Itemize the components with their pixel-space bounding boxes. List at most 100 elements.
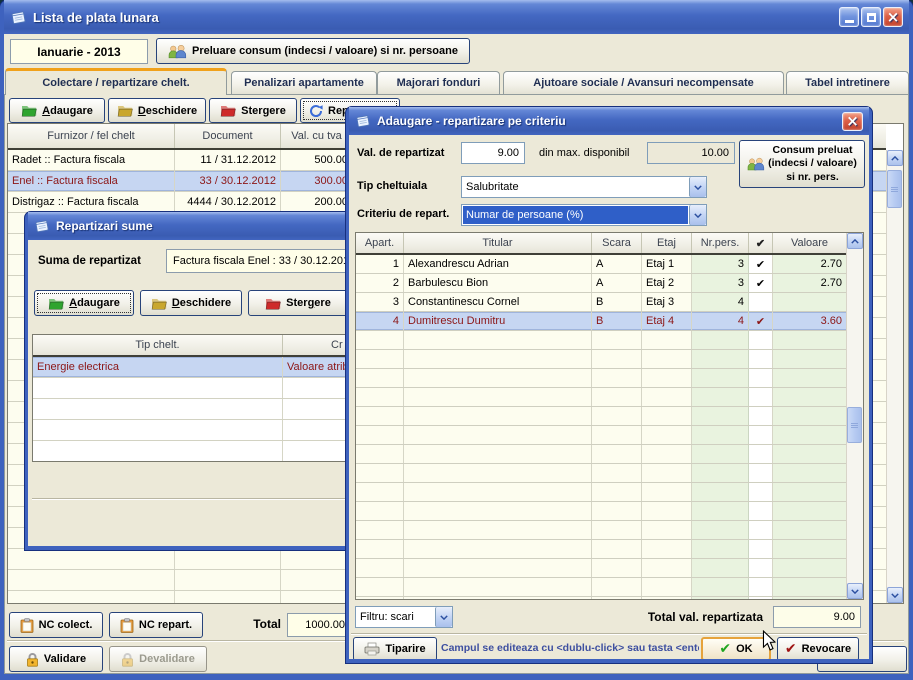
scroll-down-button[interactable] [887, 587, 903, 603]
dropdown-arrow-icon[interactable] [435, 607, 452, 627]
column-header-tip-chelt: Tip chelt. [33, 335, 283, 355]
main-window-titlebar[interactable]: Lista de plata lunara × [4, 0, 909, 34]
rep-deschidere-label: Deschidere [172, 297, 231, 309]
cell-document: 11 / 31.12.2012 [175, 150, 281, 170]
empty-row [356, 426, 846, 445]
empty-row [356, 578, 846, 597]
empty-cell [773, 483, 846, 501]
suma-value: Factura fiscala Enel : 33 / 30.12.2012 [173, 255, 355, 267]
empty-cell [749, 369, 773, 387]
apartament-row-selected[interactable]: 4 Dumitrescu Dumitru B Etaj 4 4 ✔ 3.60 [356, 312, 846, 331]
clipboard-icon [120, 618, 134, 633]
filtru-scari-select[interactable]: Filtru: scari [355, 606, 453, 628]
criteriu-select[interactable]: Numar de persoane (%) [461, 204, 707, 226]
apartament-row[interactable]: 3 Constantinescu Cornel B Etaj 3 4 [356, 293, 846, 312]
maximize-button[interactable] [861, 7, 881, 27]
cell-check-icon[interactable] [749, 293, 773, 311]
tab-colectare-repartizare[interactable]: Colectare / repartizare chelt. [5, 68, 227, 95]
rep-deschidere-button[interactable]: Deschidere [140, 290, 242, 316]
scrollbar-thumb[interactable] [847, 407, 862, 443]
suma-label: Suma de repartizat [38, 255, 141, 267]
apartament-row[interactable]: 2 Barbulescu Bion A Etaj 2 3 ✔ 2.70 [356, 274, 846, 293]
column-header-valoare: Val. cu tva [281, 124, 353, 148]
folder-open-icon [117, 104, 133, 117]
cell-valoare[interactable]: 2.70 [773, 255, 846, 273]
minimize-button[interactable] [839, 7, 859, 27]
ok-label: OK [736, 643, 753, 655]
close-button[interactable]: × [883, 7, 903, 27]
tab-ajutoare[interactable]: Ajutoare sociale / Avansuri necompensate [503, 71, 784, 94]
empty-cell [692, 464, 749, 482]
cell-check-icon[interactable]: ✔ [749, 255, 773, 273]
scrollbar-thumb[interactable] [887, 170, 902, 208]
tip-cheltuiala-select[interactable]: Salubritate [461, 176, 707, 198]
criteriu-value: Numar de persoane (%) [463, 206, 688, 224]
main-table-scrollbar[interactable] [886, 150, 903, 603]
empty-cell [642, 464, 692, 482]
empty-cell [773, 597, 846, 600]
adaugare-button[interactable]: Adaugare [9, 98, 105, 123]
dialog-close-button[interactable]: × [842, 112, 863, 131]
empty-cell [773, 350, 846, 368]
scroll-down-button[interactable] [847, 583, 863, 599]
consum-preluat-button[interactable]: Consum preluat (indecsi / valoare) si nr… [739, 140, 865, 188]
empty-cell [356, 578, 404, 596]
empty-cell [592, 502, 642, 520]
deschidere-button[interactable]: Deschidere [108, 98, 206, 123]
rep-adaugare-button[interactable]: Adaugare [34, 290, 134, 316]
cell-valoare[interactable]: 2.70 [773, 274, 846, 292]
ok-button[interactable]: ✔ OK [701, 637, 771, 659]
cell-valoare[interactable]: 3.60 [773, 312, 846, 330]
tab-majorari[interactable]: Majorari fonduri [377, 71, 500, 94]
stergere-button[interactable]: Stergere [209, 98, 297, 123]
rep-stergere-button[interactable]: Stergere [248, 290, 348, 316]
tab-label: Colectare / repartizare chelt. [42, 77, 189, 89]
empty-cell [749, 578, 773, 596]
empty-cell [692, 483, 749, 501]
empty-cell [773, 521, 846, 539]
cell-titular: Constantinescu Cornel [404, 293, 592, 311]
scrollbar-track[interactable] [887, 166, 903, 587]
cell-check-icon[interactable]: ✔ [749, 312, 773, 330]
month-field[interactable]: Ianuarie - 2013 [10, 39, 148, 64]
cell-check-icon[interactable]: ✔ [749, 274, 773, 292]
cell-etaj: Etaj 3 [642, 293, 692, 311]
nc-colect-button[interactable]: NC colect. [9, 612, 103, 638]
empty-cell [404, 502, 592, 520]
scroll-up-button[interactable] [887, 150, 903, 166]
empty-cell [33, 420, 283, 440]
dialog-table-scrollbar[interactable] [846, 233, 863, 599]
val-repartizat-input[interactable]: 9.00 [461, 142, 525, 164]
empty-cell [592, 559, 642, 577]
scrollbar-track[interactable] [847, 249, 863, 583]
validare-button[interactable]: Validare [9, 646, 103, 672]
tab-penalizari[interactable]: Penalizari apartamente [231, 71, 377, 94]
lock-icon [121, 652, 134, 667]
apartament-row[interactable]: 1 Alexandrescu Adrian A Etaj 1 3 ✔ 2.70 [356, 255, 846, 274]
dropdown-arrow-icon[interactable] [689, 177, 706, 197]
empty-cell [749, 559, 773, 577]
empty-cell [356, 464, 404, 482]
edit-hint-text: Campul se editeaza cu <dublu-click> sau … [441, 642, 699, 654]
empty-cell [404, 540, 592, 558]
tab-tabel-intretinere[interactable]: Tabel intretinere [786, 71, 909, 94]
cell-furnizor: Radet :: Factura fiscala [8, 150, 175, 170]
tiparire-button[interactable]: Tiparire [353, 637, 437, 659]
revocare-button[interactable]: ✔ Revocare [777, 637, 859, 659]
preluare-consum-button[interactable]: Preluare consum (indecsi / valoare) si n… [156, 38, 470, 64]
scroll-up-button[interactable] [847, 233, 863, 249]
empty-row [356, 350, 846, 369]
empty-cell [692, 502, 749, 520]
cell-valoare[interactable] [773, 293, 846, 311]
empty-row [356, 597, 846, 600]
empty-cell [749, 350, 773, 368]
empty-cell [281, 570, 353, 590]
empty-cell [642, 540, 692, 558]
dropdown-arrow-icon[interactable] [689, 205, 706, 225]
empty-cell [692, 521, 749, 539]
nc-repart-button[interactable]: NC repart. [109, 612, 203, 638]
minimize-icon [845, 20, 854, 23]
dialog-titlebar[interactable]: Adaugare - repartizare pe criteriu × [349, 107, 869, 135]
cell-document: 33 / 30.12.2012 [175, 171, 281, 191]
empty-cell [404, 445, 592, 463]
